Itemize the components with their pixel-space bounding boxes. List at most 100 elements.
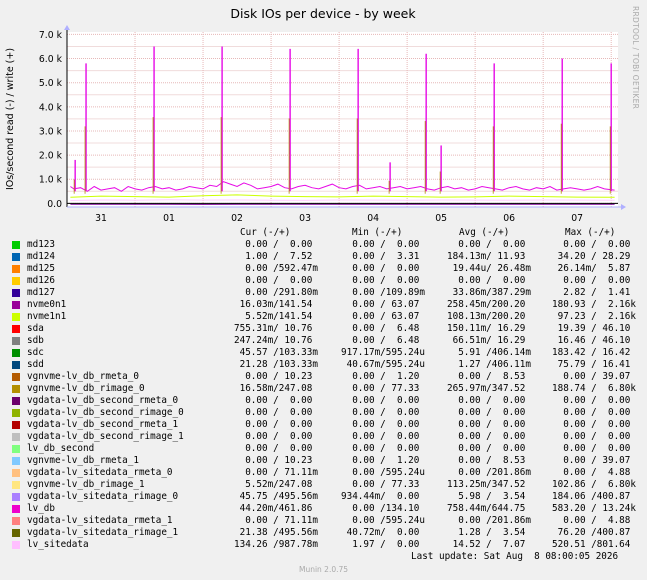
legend-row: vgdata-lv_sitedata_rmeta_0 0.00 / 71.11m…	[12, 467, 642, 479]
legend-swatch	[12, 337, 20, 345]
legend-avg: 0.00 /201.86m	[447, 515, 531, 526]
legend-max: 583.20 / 13.24k	[552, 503, 636, 514]
legend-row: vgdata-lv_sitedata_rimage_1 21.38 /495.5…	[12, 527, 642, 539]
legend-name: vgnvme-lv_db_rimage_1	[27, 479, 145, 490]
header-min: Min (-/+)	[352, 227, 403, 238]
legend-cur: 134.26 /987.78m	[234, 539, 318, 550]
y-tick-label: 0.0	[47, 199, 62, 210]
legend-cur: 0.00 / 0.00	[234, 395, 313, 406]
legend-max: 0.00 / 0.00	[552, 275, 631, 286]
legend-min: 0.00 / 77.33	[341, 383, 420, 394]
legend-avg: 0.00 / 0.00	[447, 239, 526, 250]
legend-max: 75.79 / 16.41	[552, 359, 631, 370]
legend-min: 0.00 / 3.31	[341, 251, 420, 262]
legend-cur: 247.24m/ 10.76	[234, 335, 313, 346]
last-update: Last update: Sat Aug 8 08:00:05 2026	[411, 551, 619, 562]
chart-title: Disk IOs per device - by week	[230, 6, 416, 21]
legend-swatch	[12, 457, 20, 465]
legend-max: 520.51 /801.64	[552, 539, 631, 550]
legend-row: vgdata-lv_db_second_rimage_0 0.00 / 0.00…	[12, 407, 642, 419]
y-tick-label: 2.0 k	[39, 151, 63, 162]
legend-row: sdb 247.24m/ 10.76 0.00 / 6.48 66.51m/ 16…	[12, 335, 642, 347]
legend-name: vgdata-lv_db_second_rimage_1	[27, 431, 184, 442]
legend-avg: 5.91 /406.14m	[447, 347, 531, 358]
legend-avg: 0.00 / 0.00	[447, 443, 526, 454]
legend-cur: 0.00 / 0.00	[234, 419, 313, 430]
legend-name: vgdata-lv_db_second_rmeta_1	[27, 419, 179, 430]
legend-max: 188.74 / 6.80k	[552, 383, 636, 394]
legend-min: 1.97 / 0.00	[341, 539, 420, 550]
legend-min: 0.00 / 63.07	[341, 299, 420, 310]
y-tick-label: 4.0 k	[39, 102, 63, 113]
legend-avg: 0.00 / 0.00	[447, 407, 526, 418]
legend-row: sdd 21.28 /103.33m 40.67m/595.24u 1.27 /…	[12, 359, 642, 371]
legend-max: 0.00 / 39.07	[552, 371, 631, 382]
legend-name: lv_sitedata	[27, 539, 89, 550]
legend-cur: 44.20m/461.86	[234, 503, 313, 514]
legend-name: md127	[27, 287, 55, 298]
legend-row: vgdata-lv_db_second_rmeta_1 0.00 / 0.00 …	[12, 419, 642, 431]
legend-min: 934.44m/ 0.00	[341, 491, 420, 502]
legend-max: 180.93 / 2.16k	[552, 299, 636, 310]
x-tick-labels: 31 01 02 03 04 05 06 07	[95, 213, 583, 224]
legend-min: 0.00 / 0.00	[341, 407, 420, 418]
legend-avg: 108.13m/200.20	[447, 311, 526, 322]
x-tick-label: 05	[435, 213, 447, 224]
legend-max: 16.46 / 46.10	[552, 335, 631, 346]
legend-min: 0.00 /595.24u	[341, 467, 425, 478]
legend-max: 97.23 / 2.16k	[552, 311, 636, 322]
legend-avg: 1.27 /406.11m	[447, 359, 531, 370]
legend-cur: 0.00 / 0.00	[234, 407, 313, 418]
legend-min: 40.72m/ 0.00	[341, 527, 420, 538]
legend-name: vgdata-lv_sitedata_rimage_1	[27, 527, 179, 538]
legend-name: vgnvme-lv_db_rimage_0	[27, 383, 145, 394]
legend-cur: 0.00 / 0.00	[234, 275, 313, 286]
legend-cur: 21.28 /103.33m	[234, 359, 318, 370]
legend-cur: 5.52m/141.54	[234, 311, 313, 322]
legend-min: 0.00 / 1.20	[341, 455, 420, 466]
legend-row: lv_sitedata 134.26 /987.78m 1.97 / 0.00 1…	[12, 539, 642, 551]
legend-swatch	[12, 265, 20, 273]
legend-cur: 0.00 / 10.23	[234, 371, 313, 382]
legend-cur: 0.00 /291.80m	[234, 287, 318, 298]
legend-avg: 5.98 / 3.54	[447, 491, 526, 502]
legend-swatch	[12, 421, 20, 429]
y-tick-label: 1.0 k	[39, 175, 63, 186]
legend-max: 0.00 / 39.07	[552, 455, 631, 466]
legend-cur: 0.00 / 0.00	[234, 431, 313, 442]
legend-avg: 258.45m/200.20	[447, 299, 526, 310]
legend-cur: 5.52m/247.08	[234, 479, 313, 490]
y-tick-label: 6.0 k	[39, 54, 63, 65]
legend-swatch	[12, 301, 20, 309]
legend-swatch	[12, 469, 20, 477]
legend-swatch	[12, 361, 20, 369]
legend-min: 0.00 / 6.48	[341, 335, 420, 346]
legend-name: md125	[27, 263, 55, 274]
legend-avg: 0.00 / 0.00	[447, 431, 526, 442]
legend-max: 102.86 / 6.80k	[552, 479, 636, 490]
legend-avg: 33.86m/387.29m	[447, 287, 531, 298]
legend-avg: 184.13m/ 11.93	[447, 251, 526, 262]
legend-min: 0.00 / 1.20	[341, 371, 420, 382]
header-max: Max (-/+)	[565, 227, 616, 238]
legend-avg: 113.25m/347.52	[447, 479, 526, 490]
legend-swatch	[12, 277, 20, 285]
y-tick-label: 5.0 k	[39, 78, 63, 89]
legend-swatch	[12, 493, 20, 501]
legend-max: 76.20 /400.87	[552, 527, 631, 538]
legend-row: vgnvme-lv_db_rimage_1 5.52m/247.08 0.00 …	[12, 479, 642, 491]
series-lv_sitedata	[70, 199, 615, 201]
legend-row: vgnvme-lv_db_rmeta_1 0.00 / 10.23 0.00 /…	[12, 455, 642, 467]
legend-cur: 1.00 / 7.52	[234, 251, 313, 262]
legend-row: md124 1.00 / 7.52 0.00 / 3.31 184.13m/ 11…	[12, 251, 642, 263]
legend-max: 0.00 / 0.00	[552, 239, 631, 250]
legend-max: 0.00 / 0.00	[552, 419, 631, 430]
legend-name: sdc	[27, 347, 44, 358]
legend-name: vgdata-lv_sitedata_rmeta_0	[27, 467, 173, 478]
legend-swatch	[12, 373, 20, 381]
y-tick-label: 3.0 k	[39, 126, 63, 137]
legend-name: vgdata-lv_db_second_rmeta_0	[27, 395, 179, 406]
legend-max: 0.00 / 4.88	[552, 467, 631, 478]
legend-swatch	[12, 529, 20, 537]
legend-name: sdd	[27, 359, 44, 370]
